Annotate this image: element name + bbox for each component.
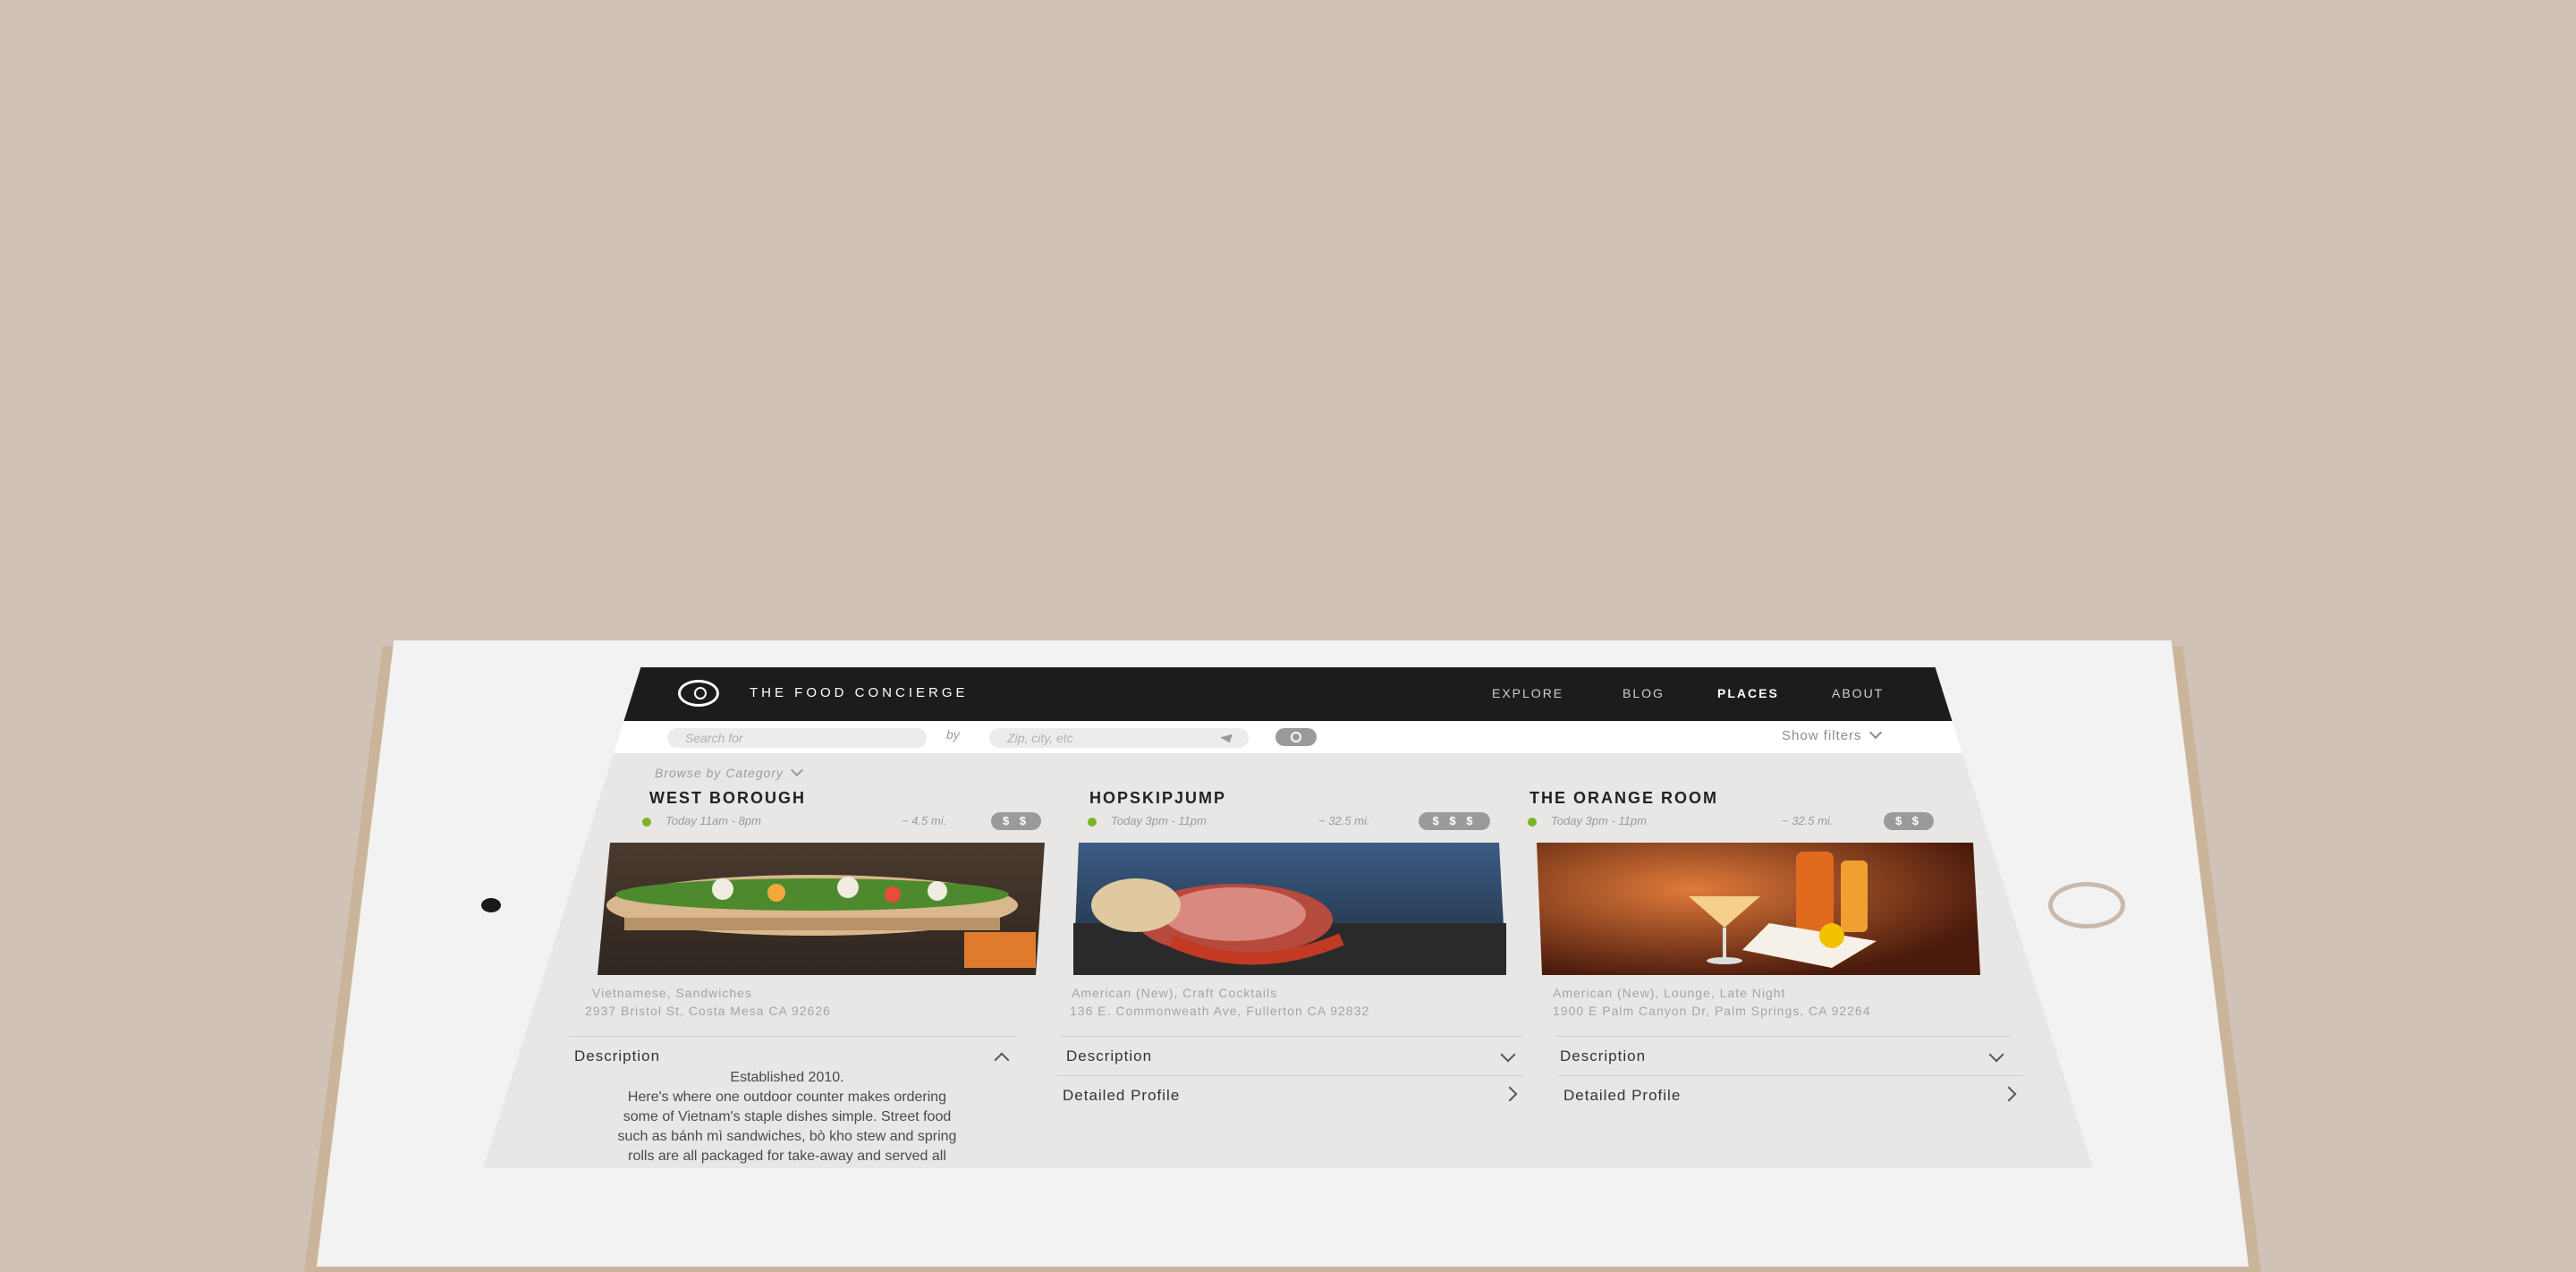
search-icon (1291, 732, 1301, 742)
hours: Today 3pm - 11pm (1111, 814, 1207, 827)
logo-icon[interactable] (678, 680, 719, 707)
detailed-profile-link[interactable]: Detailed Profile (1558, 1075, 2023, 1115)
description-toggle[interactable]: Description (1061, 1036, 1522, 1076)
chevron-down-icon (1988, 1047, 2004, 1063)
price-badge: $ $ (991, 812, 1041, 830)
chevron-right-icon (2001, 1086, 2017, 1102)
chevron-down-icon (1868, 725, 1882, 740)
chevron-right-icon (1502, 1086, 1518, 1102)
nav-about[interactable]: ABOUT (1832, 686, 1884, 700)
app-screen: THE FOOD CONCIERGE EXPLORE BLOG PLACES A… (483, 667, 2093, 1168)
place-title[interactable]: THE ORANGE ROOM (1530, 789, 1718, 808)
brand-title[interactable]: THE FOOD CONCIERGE (750, 685, 969, 700)
address: 136 E. Commonweath Ave, Fullerton CA 928… (1070, 1004, 1370, 1018)
description-label: Description (1066, 1047, 1153, 1064)
detailed-profile-link[interactable]: Detailed Profile (1057, 1075, 1524, 1115)
hours: Today 11am - 8pm (665, 814, 761, 827)
open-status-dot (642, 818, 651, 827)
description-label: Description (574, 1047, 661, 1064)
show-filters[interactable]: Show filters (1782, 725, 1882, 743)
distance: ~ 4.5 mi. (902, 814, 947, 827)
show-filters-label: Show filters (1782, 728, 1862, 743)
categories: American (New), Lounge, Late Night (1553, 986, 1786, 1000)
open-status-dot (1088, 818, 1097, 827)
home-button[interactable] (2048, 882, 2125, 929)
hours: Today 3pm - 11pm (1551, 814, 1647, 827)
detailed-profile-label: Detailed Profile (1063, 1087, 1181, 1104)
place-title[interactable]: WEST BOROUGH (649, 789, 806, 808)
categories: American (New), Craft Cocktails (1072, 986, 1278, 1000)
price-badge: $ $ (1884, 812, 1934, 830)
description-text: Established 2010. Here's where one outdo… (617, 1070, 957, 1164)
browse-label: Browse by Category (655, 766, 784, 780)
nav-blog[interactable]: BLOG (1623, 686, 1665, 700)
price-badge: $ $ $ (1419, 812, 1490, 830)
description-label: Description (1560, 1047, 1647, 1064)
place-title[interactable]: HOPSKIPJUMP (1089, 789, 1226, 808)
distance: ~ 32.5 mi. (1318, 814, 1370, 827)
nav-explore[interactable]: EXPLORE (1492, 686, 1563, 700)
description-toggle[interactable]: Description (1555, 1036, 2011, 1076)
chevron-up-icon (994, 1052, 1010, 1068)
chevron-down-icon (790, 763, 804, 777)
open-status-dot (1528, 818, 1537, 827)
search-input[interactable]: Search for (667, 728, 927, 748)
browse-by-category[interactable]: Browse by Category (655, 763, 804, 780)
detailed-profile-label: Detailed Profile (1563, 1087, 1682, 1104)
place-photo[interactable] (1073, 843, 1506, 975)
nav-places[interactable]: PLACES (1717, 686, 1779, 700)
chevron-down-icon (1500, 1047, 1516, 1063)
place-photo[interactable] (597, 843, 1045, 975)
distance: ~ 32.5 mi. (1782, 814, 1834, 827)
search-button[interactable] (1275, 728, 1317, 746)
camera-icon (481, 898, 501, 912)
location-input[interactable]: Zip, city, etc (989, 728, 1249, 748)
address: 2937 Bristol St, Costa Mesa CA 92626 (585, 1004, 831, 1018)
place-photo[interactable] (1537, 843, 1980, 975)
address: 1900 E Palm Canyon Dr, Palm Springs, CA … (1553, 1004, 1871, 1018)
by-label: by (946, 727, 960, 742)
navbar: THE FOOD CONCIERGE EXPLORE BLOG PLACES A… (483, 667, 2093, 721)
categories: Vietnamese, Sandwiches (592, 986, 752, 1000)
